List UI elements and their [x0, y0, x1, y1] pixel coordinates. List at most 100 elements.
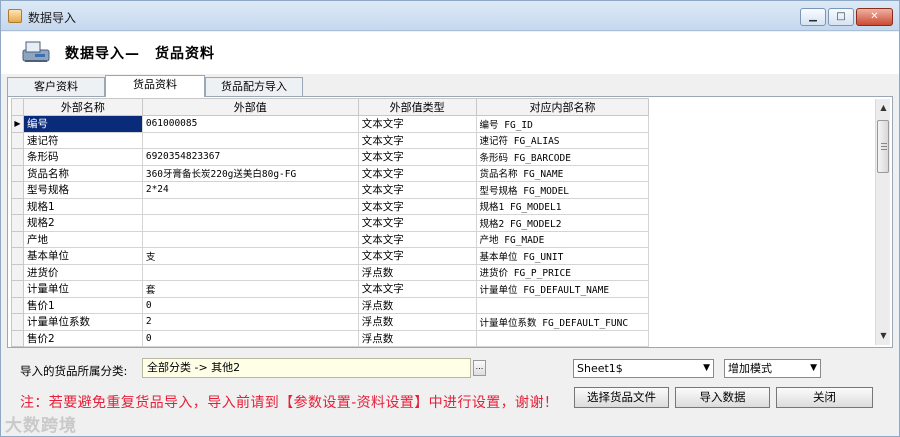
cell-value-type[interactable]: 浮点数	[357, 296, 477, 314]
tab-goods-recipe[interactable]: 货品配方导入	[205, 77, 303, 96]
cell-internal-name[interactable]: 基本单位 FG_UNIT	[475, 247, 650, 265]
table-row[interactable]: 规格1 文本文字 规格1 FG_MODEL1	[11, 197, 869, 215]
cell-external-name[interactable]: 计量单位系数	[22, 313, 143, 331]
row-filler	[648, 280, 869, 297]
cell-internal-name[interactable]: 规格2 FG_MODEL2	[475, 214, 650, 232]
cell-external-value[interactable]	[141, 131, 359, 149]
cell-external-value[interactable]	[141, 197, 359, 215]
cell-external-value[interactable]: 2	[141, 313, 359, 331]
cell-internal-name[interactable]: 型号规格 FG_MODEL	[475, 181, 650, 199]
title-bar[interactable]: 数据导入 ▁ □ ✕	[1, 1, 899, 31]
mode-select[interactable]: 增加模式 ▼	[724, 359, 821, 378]
row-indicator	[11, 296, 24, 314]
table-row[interactable]: ▶ 编号 061000085 文本文字 编号 FG_ID	[11, 115, 869, 133]
cell-external-value[interactable]: 支	[141, 247, 359, 265]
cell-external-value[interactable]	[141, 230, 359, 248]
table-row[interactable]: 型号规格 2*24 文本文字 型号规格 FG_MODEL	[11, 181, 869, 199]
cell-external-name[interactable]: 货品名称	[22, 164, 143, 182]
col-header-internal-name[interactable]: 对应内部名称	[475, 98, 650, 116]
row-indicator	[11, 214, 24, 232]
cell-value-type[interactable]: 浮点数	[357, 329, 477, 347]
cell-value-type[interactable]: 浮点数	[357, 263, 477, 281]
table-row[interactable]: 售价2 0 浮点数	[11, 329, 869, 347]
category-field[interactable]: 全部分类 -> 其他2	[142, 358, 471, 378]
cell-internal-name[interactable]	[475, 329, 650, 347]
cell-internal-name[interactable]: 计量单位系数 FG_DEFAULT_FUNC	[475, 313, 650, 331]
cell-external-name[interactable]: 基本单位	[22, 247, 143, 265]
cell-external-name[interactable]: 型号规格	[22, 181, 143, 199]
cell-internal-name[interactable]: 速记符 FG_ALIAS	[475, 131, 650, 149]
cell-internal-name[interactable]: 货品名称 FG_NAME	[475, 164, 650, 182]
cell-external-value[interactable]	[141, 263, 359, 281]
row-indicator	[11, 164, 24, 182]
col-header-value-type[interactable]: 外部值类型	[357, 98, 477, 116]
cell-value-type[interactable]: 文本文字	[357, 280, 477, 298]
close-button[interactable]: 关闭	[776, 387, 873, 408]
cell-external-value[interactable]: 360牙膏备长炭220g送美白80g-FG	[141, 164, 359, 182]
browse-category-button[interactable]: ...	[473, 360, 486, 376]
cell-value-type[interactable]: 文本文字	[357, 148, 477, 166]
scroll-down-icon[interactable]: ▼	[876, 329, 891, 343]
cell-internal-name[interactable]: 编号 FG_ID	[475, 115, 650, 133]
table-row[interactable]: 基本单位 支 文本文字 基本单位 FG_UNIT	[11, 247, 869, 265]
table-row[interactable]: 产地 文本文字 产地 FG_MADE	[11, 230, 869, 248]
cell-value-type[interactable]: 文本文字	[357, 197, 477, 215]
cell-external-value[interactable]: 2*24	[141, 181, 359, 199]
cell-value-type[interactable]: 文本文字	[357, 214, 477, 232]
cell-value-type[interactable]: 文本文字	[357, 164, 477, 182]
cell-value-type[interactable]: 文本文字	[357, 181, 477, 199]
cell-internal-name[interactable]: 条形码 FG_BARCODE	[475, 148, 650, 166]
cell-external-value[interactable]: 0	[141, 296, 359, 314]
table-row[interactable]: 售价1 0 浮点数	[11, 296, 869, 314]
minimize-button[interactable]: ▁	[800, 8, 826, 26]
cell-external-name[interactable]: 条形码	[22, 148, 143, 166]
cell-external-value[interactable]: 061000085	[141, 115, 359, 133]
tab-goods[interactable]: 货品资料	[105, 75, 205, 97]
cell-external-name[interactable]: 产地	[22, 230, 143, 248]
tab-customer[interactable]: 客户资料	[7, 77, 105, 96]
choose-goods-file-button[interactable]: 选择货品文件	[574, 387, 669, 408]
cell-value-type[interactable]: 文本文字	[357, 115, 477, 133]
import-grid[interactable]: 外部名称 外部值 外部值类型 对应内部名称 ▶ 编号 061000085 文本文…	[11, 98, 869, 347]
cell-internal-name[interactable]: 产地 FG_MADE	[475, 230, 650, 248]
cell-external-value[interactable]: 6920354823367	[141, 148, 359, 166]
cell-internal-name[interactable]: 进货价 FG_P_PRICE	[475, 263, 650, 281]
cell-external-name[interactable]: 进货价	[22, 263, 143, 281]
cell-value-type[interactable]: 文本文字	[357, 247, 477, 265]
scrollbar-thumb[interactable]	[877, 120, 889, 173]
cell-external-value[interactable]	[141, 214, 359, 232]
vertical-scrollbar[interactable]: ▲ ▼	[875, 99, 890, 345]
table-row[interactable]: 条形码 6920354823367 文本文字 条形码 FG_BARCODE	[11, 148, 869, 166]
cell-external-name[interactable]: 编号	[22, 115, 143, 133]
cell-internal-name[interactable]	[475, 296, 650, 314]
scroll-up-icon[interactable]: ▲	[876, 101, 891, 115]
cell-value-type[interactable]: 文本文字	[357, 230, 477, 248]
cell-external-name[interactable]: 计量单位	[22, 280, 143, 298]
col-header-external-name[interactable]: 外部名称	[22, 98, 143, 116]
cell-internal-name[interactable]: 规格1 FG_MODEL1	[475, 197, 650, 215]
row-filler	[648, 198, 869, 215]
table-row[interactable]: 计量单位 套 文本文字 计量单位 FG_DEFAULT_NAME	[11, 280, 869, 298]
cell-external-name[interactable]: 售价1	[22, 296, 143, 314]
table-row[interactable]: 规格2 文本文字 规格2 FG_MODEL2	[11, 214, 869, 232]
table-row[interactable]: 计量单位系数 2 浮点数 计量单位系数 FG_DEFAULT_FUNC	[11, 313, 869, 331]
sheet-select[interactable]: Sheet1$ ▼	[573, 359, 714, 378]
maximize-button[interactable]: □	[828, 8, 854, 26]
row-filler	[648, 297, 869, 314]
cell-external-name[interactable]: 规格2	[22, 214, 143, 232]
cell-external-value[interactable]: 0	[141, 329, 359, 347]
cell-internal-name[interactable]: 计量单位 FG_DEFAULT_NAME	[475, 280, 650, 298]
cell-external-name[interactable]: 规格1	[22, 197, 143, 215]
cell-external-name[interactable]: 售价2	[22, 329, 143, 347]
cell-value-type[interactable]: 浮点数	[357, 313, 477, 331]
close-window-button[interactable]: ✕	[856, 8, 893, 26]
import-data-button[interactable]: 导入数据	[675, 387, 770, 408]
table-row[interactable]: 货品名称 360牙膏备长炭220g送美白80g-FG 文本文字 货品名称 FG_…	[11, 164, 869, 182]
row-indicator	[11, 329, 24, 347]
col-header-external-value[interactable]: 外部值	[141, 98, 359, 116]
cell-value-type[interactable]: 文本文字	[357, 131, 477, 149]
table-row[interactable]: 进货价 浮点数 进货价 FG_P_PRICE	[11, 263, 869, 281]
table-row[interactable]: 速记符 文本文字 速记符 FG_ALIAS	[11, 131, 869, 149]
cell-external-name[interactable]: 速记符	[22, 131, 143, 149]
cell-external-value[interactable]: 套	[141, 280, 359, 298]
